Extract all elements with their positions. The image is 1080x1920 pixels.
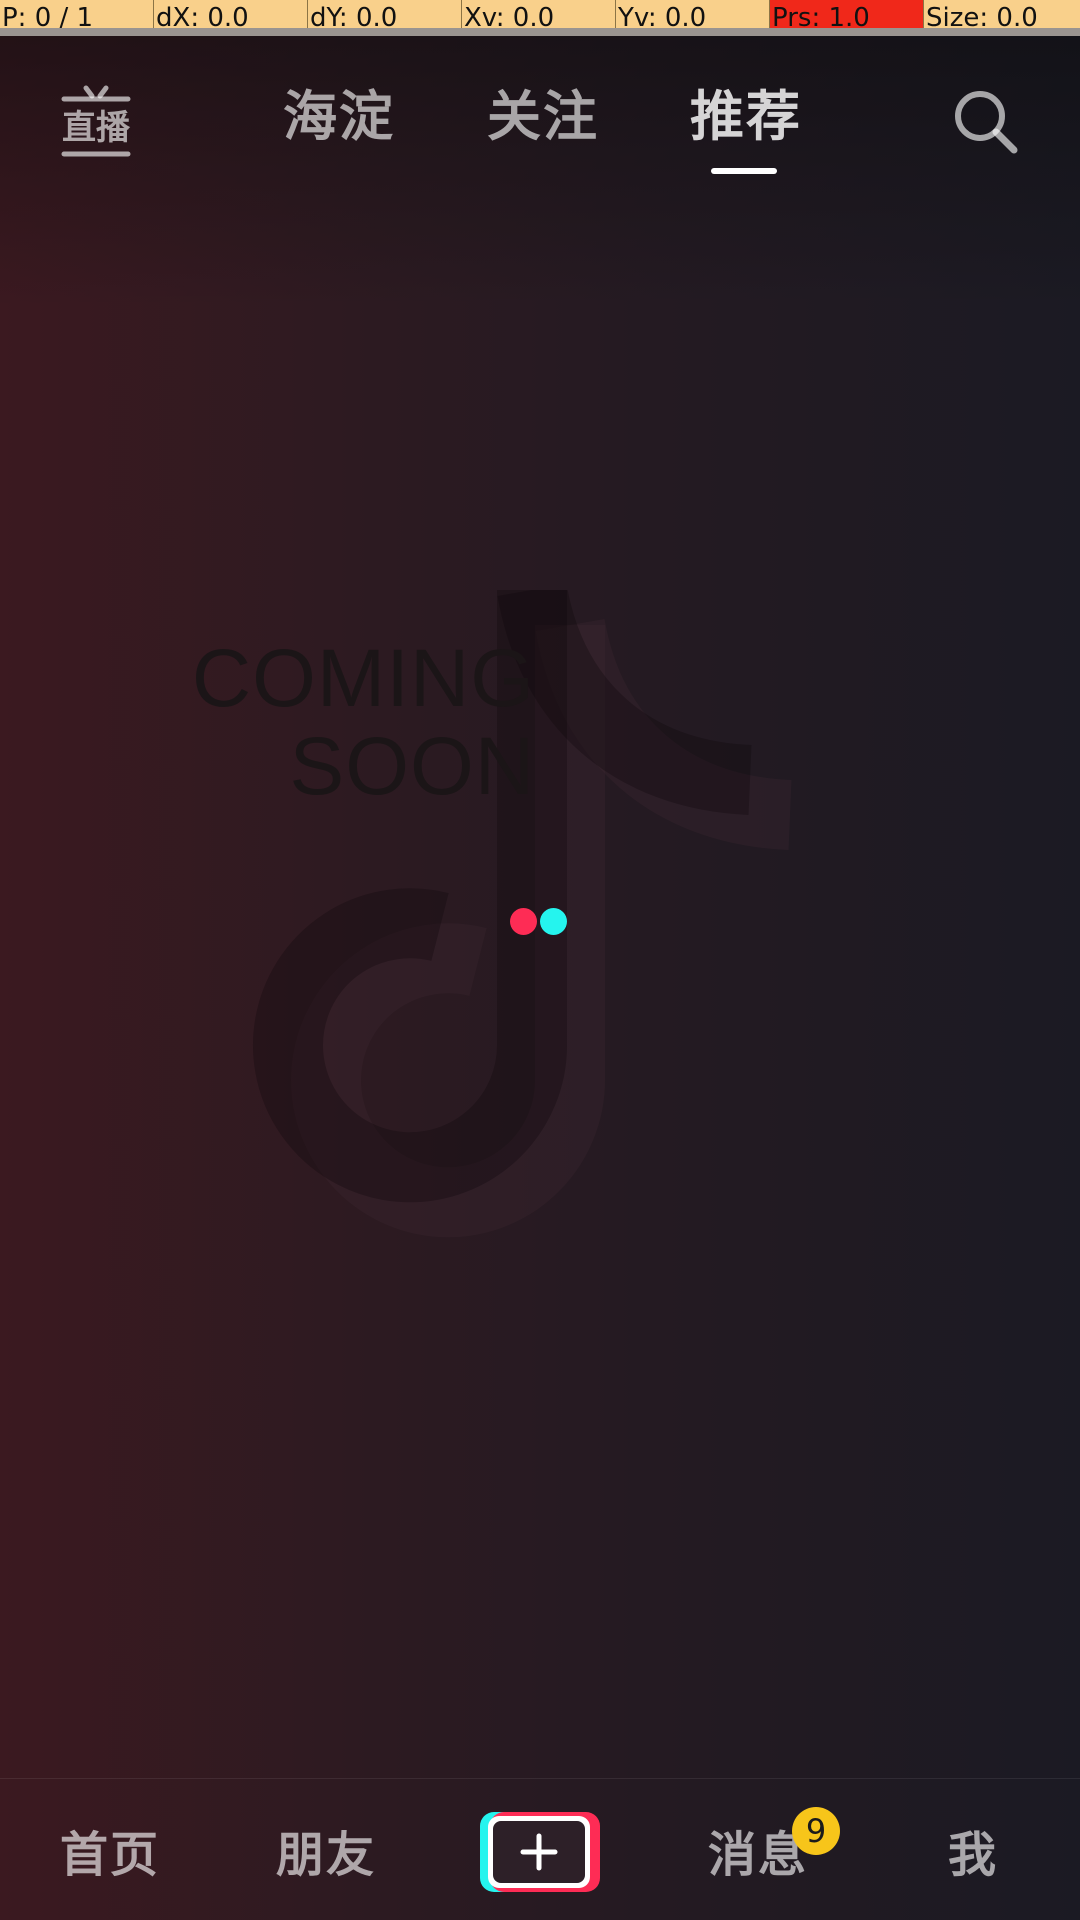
search-icon[interactable] [950,86,1022,158]
messages-badge: 9 [792,1807,840,1855]
debug-divider [0,28,1080,36]
coming-soon-line1: COMING [191,633,535,724]
live-tv-icon: 直播 [61,85,131,157]
video-placeholder: COMING SOON [0,560,1080,1360]
coming-soon-text: COMING SOON [150,635,535,811]
bottom-nav: 首页 朋友 消息 9 我 [0,1778,1080,1920]
loading-dot-red [510,908,537,935]
top-nav: 直播 海淀 关注 推荐 [0,36,1080,186]
plus-icon [520,1833,558,1871]
active-tab-indicator [711,168,777,174]
create-button-inner [493,1821,585,1883]
nav-friends[interactable]: 朋友 [276,1825,376,1885]
nav-home[interactable]: 首页 [60,1825,160,1885]
create-button[interactable] [480,1812,600,1892]
nav-me[interactable]: 我 [948,1825,998,1885]
loading-dot-cyan [540,908,567,935]
tab-following[interactable]: 关注 [487,82,599,152]
coming-soon-line2: SOON [289,721,535,812]
tab-recommend[interactable]: 推荐 [690,82,802,152]
tab-haidian[interactable]: 海淀 [283,82,395,152]
loading-indicator [510,906,568,936]
svg-text:直播: 直播 [62,108,131,148]
live-button[interactable]: 直播 [56,82,136,162]
